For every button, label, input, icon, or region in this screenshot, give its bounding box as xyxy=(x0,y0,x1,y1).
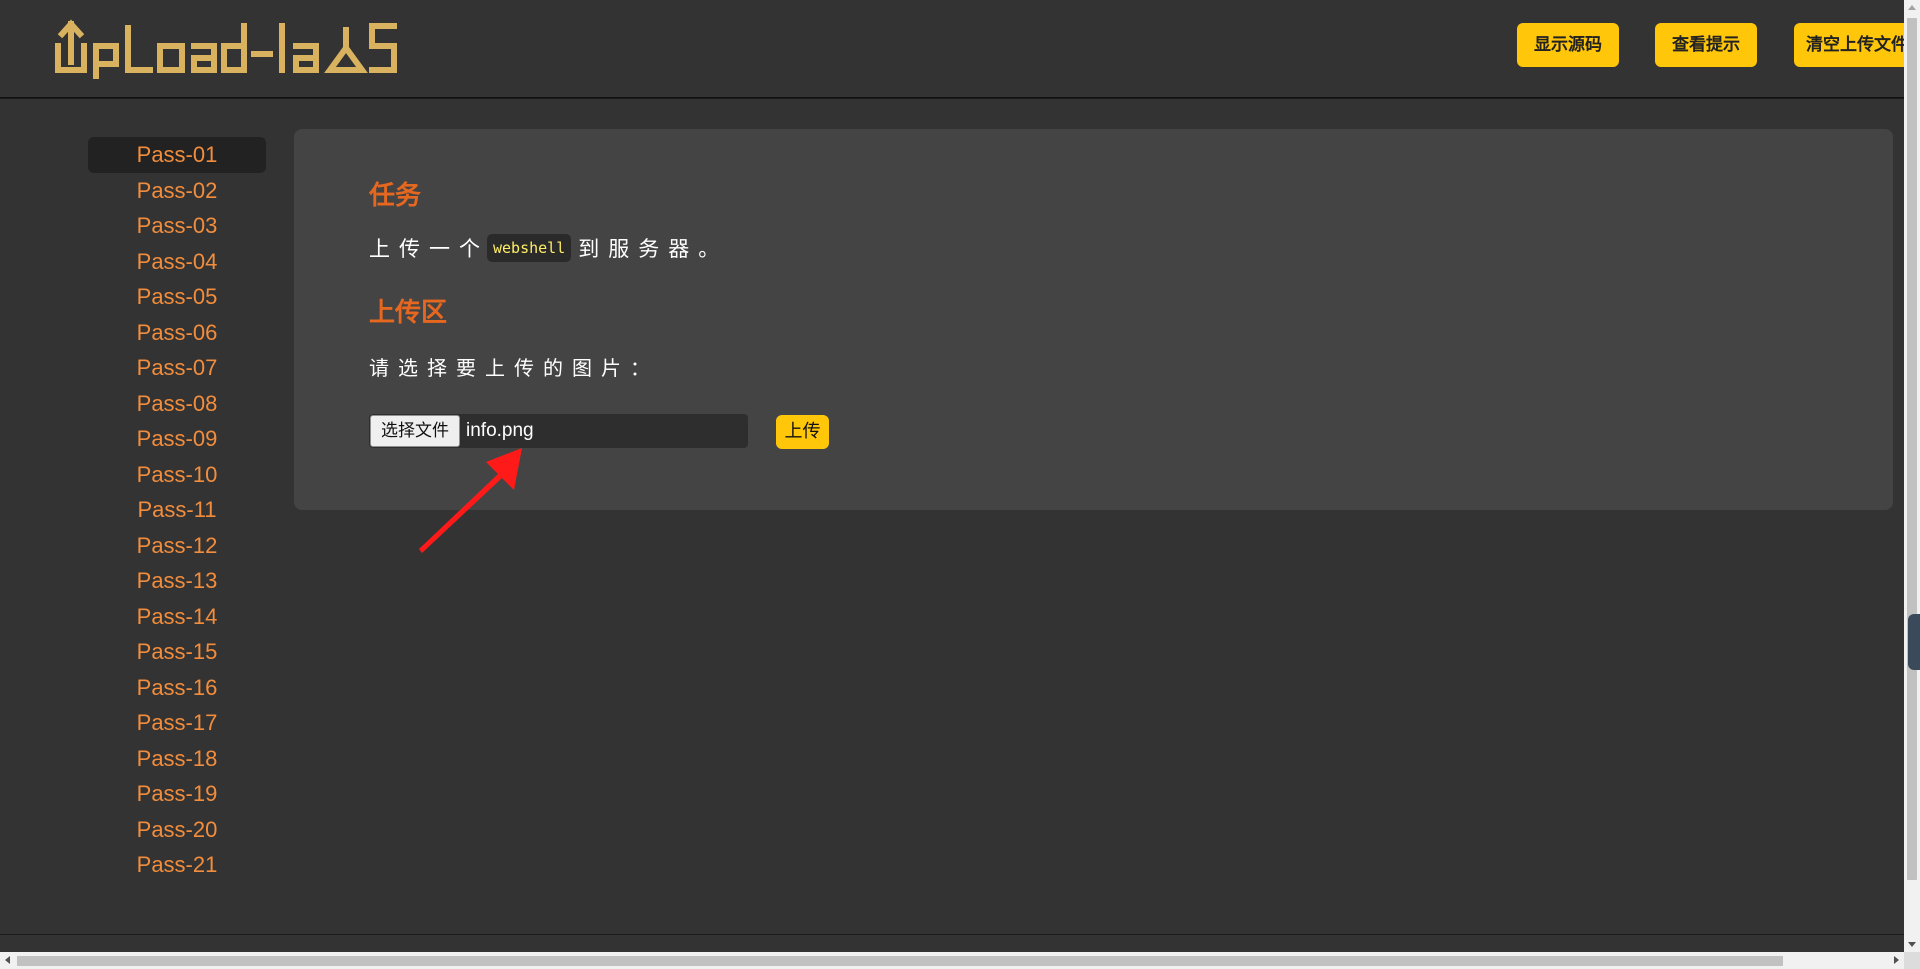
task-heading: 任务 xyxy=(369,181,422,211)
horizontal-scrollbar[interactable] xyxy=(0,952,1904,969)
annotation-arrow-icon xyxy=(419,448,522,553)
site-logo[interactable] xyxy=(54,18,399,80)
scroll-left-icon[interactable] xyxy=(5,956,10,964)
sidebar-item-pass-08[interactable]: Pass-08 xyxy=(88,386,266,422)
sidebar-item-pass-14[interactable]: Pass-14 xyxy=(88,599,266,635)
sidebar-item-pass-15[interactable]: Pass-15 xyxy=(88,634,266,670)
vertical-scroll-thumb[interactable] xyxy=(1907,18,1917,880)
view-hint-button[interactable]: 查看提示 xyxy=(1655,23,1757,67)
sidebar-item-pass-20[interactable]: Pass-20 xyxy=(88,812,266,848)
task-suffix: 到服务器。 xyxy=(578,237,729,261)
upload-submit-button[interactable]: 上传 xyxy=(776,415,829,449)
sidebar-item-pass-21[interactable]: Pass-21 xyxy=(88,847,266,883)
sidebar-item-pass-09[interactable]: Pass-09 xyxy=(88,421,266,457)
page: 显示源码 查看提示 清空上传文件 Pass-01 Pass-02 Pass-03 Pa… xyxy=(0,0,1904,952)
scroll-up-icon[interactable] xyxy=(1908,5,1916,10)
webshell-code-tag: webshell xyxy=(487,234,572,262)
sidebar-item-pass-04[interactable]: Pass-04 xyxy=(88,244,266,280)
sidebar-item-pass-19[interactable]: Pass-19 xyxy=(88,776,266,812)
sidebar-item-pass-01[interactable]: Pass-01 xyxy=(88,137,266,173)
upload-labs-logo-icon xyxy=(55,19,397,79)
sidebar-item-pass-16[interactable]: Pass-16 xyxy=(88,670,266,706)
sidebar-nav: Pass-01 Pass-02 Pass-03 Pass-04 Pass-05 Pass-… xyxy=(88,137,266,883)
sidebar-item-pass-13[interactable]: Pass-13 xyxy=(88,563,266,599)
sidebar-item-pass-11[interactable]: Pass-11 xyxy=(88,492,266,528)
scroll-down-icon[interactable] xyxy=(1908,942,1916,947)
scroll-right-icon[interactable] xyxy=(1894,956,1899,964)
upload-prompt: 请选择要上传的图片： xyxy=(369,356,659,380)
task-prefix: 上传一个 xyxy=(369,237,489,261)
horizontal-scroll-thumb[interactable] xyxy=(17,956,1783,966)
sidebar-item-pass-06[interactable]: Pass-06 xyxy=(88,315,266,351)
sidebar-item-pass-02[interactable]: Pass-02 xyxy=(88,173,266,209)
sidebar-item-pass-05[interactable]: Pass-05 xyxy=(88,279,266,315)
show-source-button[interactable]: 显示源码 xyxy=(1517,23,1619,67)
selected-file-name: info.png xyxy=(466,420,534,441)
clear-uploads-button[interactable]: 清空上传文件 xyxy=(1794,23,1904,67)
page-divider xyxy=(0,934,1904,935)
sidebar-item-pass-18[interactable]: Pass-18 xyxy=(88,741,266,777)
sidebar-item-pass-03[interactable]: Pass-03 xyxy=(88,208,266,244)
sidebar-item-pass-10[interactable]: Pass-10 xyxy=(88,457,266,493)
main-panel: 任务 上传一个 webshell 到服务器。 上传区 请选择要上传的图片： 选择… xyxy=(294,129,1893,510)
sidebar-item-pass-12[interactable]: Pass-12 xyxy=(88,528,266,564)
vertical-scrollbar[interactable] xyxy=(1904,0,1920,952)
header: 显示源码 查看提示 清空上传文件 xyxy=(0,0,1904,98)
sidebar-item-pass-17[interactable]: Pass-17 xyxy=(88,705,266,741)
sidebar-item-pass-07[interactable]: Pass-07 xyxy=(88,350,266,386)
task-description: 上传一个 webshell 到服务器。 xyxy=(369,233,728,263)
side-widget-handle[interactable] xyxy=(1908,614,1920,670)
upload-heading: 上传区 xyxy=(369,298,448,328)
scrollbar-corner xyxy=(1904,952,1920,969)
